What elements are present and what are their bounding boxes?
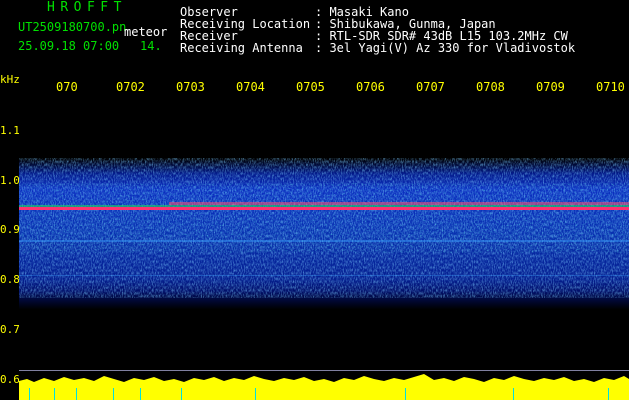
carrier-line — [19, 207, 629, 210]
x-tick-0708: 0708 — [476, 80, 505, 94]
x-tick-0710: 0710 — [596, 80, 625, 94]
meteor-marker — [513, 388, 514, 400]
y-tick-0.6: 0.6 — [0, 373, 20, 386]
spectrogram — [19, 98, 629, 400]
x-tick-0702: 0702 — [116, 80, 145, 94]
file-name: UT2509180700.pn — [18, 20, 127, 34]
app-title: HROFFT — [47, 0, 127, 15]
y-tick-0.7: 0.7 — [0, 323, 20, 336]
meteor-marker — [54, 388, 55, 400]
carrier-drift — [169, 202, 629, 205]
meteor-marker — [76, 388, 77, 400]
meteor-count: 14. — [140, 39, 162, 53]
meteor-marker — [181, 388, 182, 400]
meteor-marker — [113, 388, 114, 400]
antenna-value: : 3el Yagi(V) Az 330 for Vladivostok — [315, 41, 576, 55]
spur-line-b — [19, 275, 629, 276]
meteor-marker — [140, 388, 141, 400]
x-tick-0706: 0706 — [356, 80, 385, 94]
y-tick-0.9: 0.9 — [0, 223, 20, 236]
noise-highlight — [19, 183, 629, 253]
x-tick-0705: 0705 — [296, 80, 325, 94]
meteor-marker — [608, 388, 609, 400]
y-tick-1.1: 1.1 — [0, 124, 20, 137]
mode-label: meteor — [124, 25, 168, 39]
y-tick-1.0: 1.0 — [0, 174, 20, 187]
antenna-label: Receiving Antenna — [180, 41, 303, 55]
x-tick-0703: 0703 — [176, 80, 205, 94]
date-time: 25.09.18 07:00 — [18, 39, 120, 53]
meteor-marker — [255, 388, 256, 400]
frequency-unit-label: kHz — [0, 73, 20, 86]
x-tick-0701: 070 — [56, 80, 78, 94]
x-tick-0704: 0704 — [236, 80, 265, 94]
x-tick-0709: 0709 — [536, 80, 565, 94]
meteor-marker — [405, 388, 406, 400]
spur-line-a — [19, 240, 629, 242]
x-tick-0707: 0707 — [416, 80, 445, 94]
y-tick-0.8: 0.8 — [0, 273, 20, 286]
signal-baseline — [19, 370, 629, 371]
meteor-marker — [29, 388, 30, 400]
